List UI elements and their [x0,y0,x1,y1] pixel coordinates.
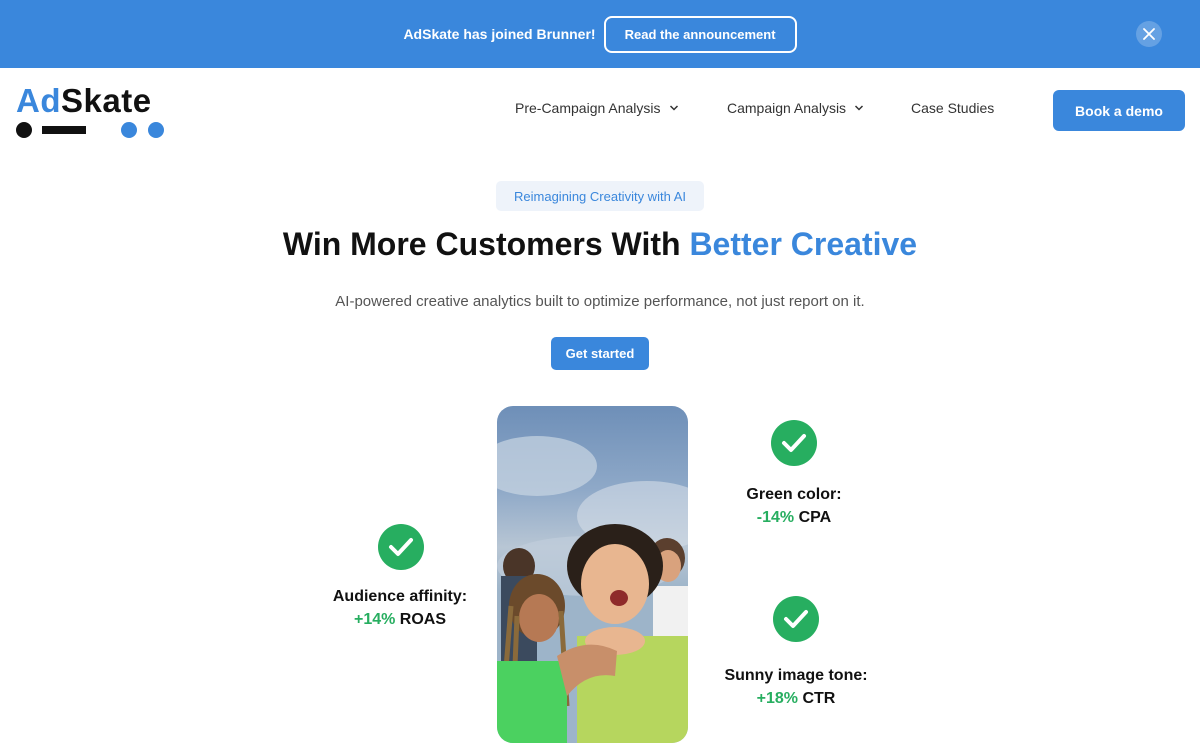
logo-dash [42,126,86,134]
check-icon [782,434,806,452]
stat-sunny-image-tone: Sunny image tone: +18% CTR [696,664,896,710]
stat-metric: CPA [798,509,832,526]
headline-accent: Better Creative [689,226,918,262]
checkmark-badge [378,524,424,570]
stat-label: Green color: [746,486,842,503]
adskate-logo[interactable]: AdSkate [16,82,176,142]
banner-message: AdSkate has joined Brunner! [403,26,596,42]
headline-main: Win More Customers With [282,226,690,262]
checkmark-badge [771,420,817,466]
stat-metric: CTR [802,690,836,707]
logo-text: AdSkate [16,82,152,120]
read-announcement-button[interactable]: Read the announcement [603,15,797,53]
nav-campaign-label: Campaign Analysis [727,100,847,116]
logo-text-ad: Ad [16,82,61,119]
check-icon [389,538,413,556]
stat-value-line: +18% CTR [696,687,896,710]
check-icon [784,610,808,628]
chevron-down-icon [669,105,678,111]
stat-value: +14% [353,611,396,628]
tagline-pill: Reimagining Creativity with AI [496,181,704,211]
banner-close-button[interactable] [1136,21,1162,47]
page-title: Win More Customers With Better Creative [0,226,1200,263]
checkmark-badge [773,596,819,642]
hero-photo [497,406,688,743]
announcement-banner: AdSkate has joined Brunner! Read the ann… [0,0,1200,68]
stat-value-line: +14% ROAS [300,608,500,631]
stat-green-color: Green color: -14% CPA [694,483,894,529]
close-icon [1143,28,1155,40]
nav-campaign-analysis[interactable]: Campaign Analysis [727,100,864,116]
logo-dot-blue-2 [148,122,164,138]
logo-dot-blue-1 [121,122,137,138]
chevron-down-icon [855,105,864,111]
nav-pre-campaign-analysis[interactable]: Pre-Campaign Analysis [515,100,679,116]
stat-metric: ROAS [399,611,447,628]
stat-label: Audience affinity: [332,588,468,605]
stat-value: -14% [756,509,795,526]
book-demo-button[interactable]: Book a demo [1053,90,1185,131]
logo-text-skate: Skate [61,82,152,119]
stat-audience-affinity: Audience affinity: +14% ROAS [300,585,500,631]
nav-pre-campaign-label: Pre-Campaign Analysis [515,100,661,116]
hero-subheading: AI-powered creative analytics built to o… [335,293,865,310]
nav-case-studies-label: Case Studies [911,100,995,116]
get-started-button[interactable]: Get started [551,337,649,370]
stat-value-line: -14% CPA [694,506,894,529]
stat-label: Sunny image tone: [724,667,868,684]
stat-value: +18% [756,690,799,707]
logo-dot-black [16,122,32,138]
nav-case-studies[interactable]: Case Studies [911,100,994,116]
